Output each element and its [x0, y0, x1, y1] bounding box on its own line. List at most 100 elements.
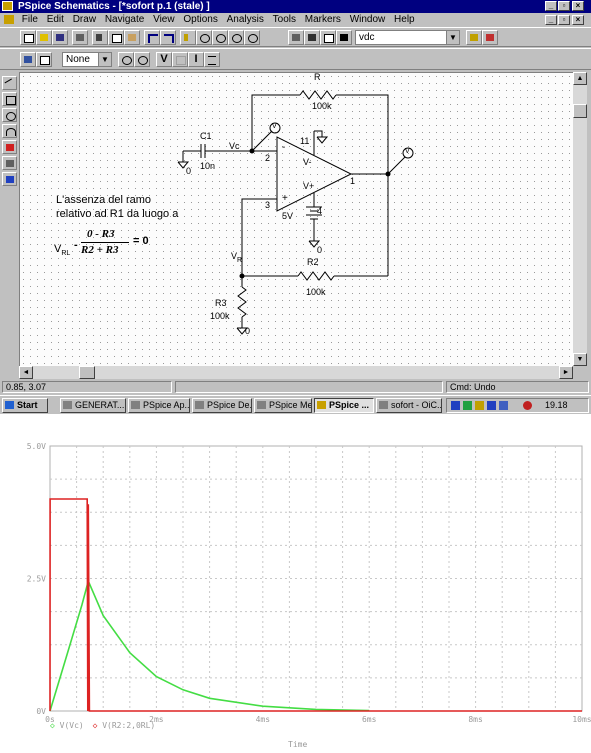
- menu-tools[interactable]: Tools: [270, 13, 299, 26]
- task-pspice-active[interactable]: PSpice ...: [314, 398, 374, 413]
- arc-tool-icon[interactable]: [2, 124, 17, 138]
- source-value[interactable]: 5V: [282, 211, 293, 221]
- zoom-out-icon[interactable]: [212, 30, 228, 45]
- r-name[interactable]: R: [314, 72, 321, 82]
- tray-volume-icon[interactable]: [475, 401, 484, 410]
- menu-view[interactable]: View: [150, 13, 178, 26]
- menu-draw[interactable]: Draw: [70, 13, 99, 26]
- color-tool-icon[interactable]: [2, 172, 17, 186]
- voltage-marker-button[interactable]: V: [156, 52, 172, 67]
- current-marker-button[interactable]: I: [188, 52, 204, 67]
- tray-network-icon[interactable]: [463, 401, 472, 410]
- vr-label[interactable]: VR: [231, 251, 242, 264]
- scroll-up-icon[interactable]: ▲: [573, 72, 587, 85]
- gnd-label-battery: 0: [317, 245, 323, 255]
- save-button[interactable]: [52, 30, 68, 45]
- zoom-in-icon[interactable]: [196, 30, 212, 45]
- tray-shield-icon[interactable]: [451, 401, 460, 410]
- r3-name[interactable]: R3: [215, 298, 227, 308]
- undo-icon[interactable]: [144, 30, 160, 45]
- hscroll-thumb[interactable]: [79, 366, 95, 379]
- circle-tool-icon[interactable]: [2, 108, 17, 122]
- menu-help[interactable]: Help: [391, 13, 418, 26]
- window-icon[interactable]: [36, 52, 52, 67]
- title-bar[interactable]: PSpice Schematics - [*sofort p.1 (stale)…: [0, 0, 591, 13]
- series-line-1: [49, 498, 582, 712]
- note-formula[interactable]: VRL - 0 - R3 R2 + R3 = 0: [54, 227, 194, 261]
- get-part-icon[interactable]: [336, 30, 352, 45]
- r3-value[interactable]: 100k: [210, 311, 230, 321]
- vertical-scrollbar[interactable]: ▲ ▼: [573, 72, 587, 366]
- new-file-button[interactable]: [20, 30, 36, 45]
- note-line-1[interactable]: L'assenza del ramo: [56, 194, 151, 206]
- grid-icon[interactable]: [20, 52, 36, 67]
- minimize-button[interactable]: _: [545, 1, 557, 11]
- document-icon[interactable]: [4, 15, 14, 24]
- menu-markers[interactable]: Markers: [302, 13, 344, 26]
- scroll-thumb[interactable]: [573, 104, 587, 118]
- status-bar: 0.85, 3.07 Cmd: Undo: [0, 380, 591, 394]
- r2-name[interactable]: R2: [307, 257, 319, 267]
- find-icon[interactable]: [118, 52, 134, 67]
- tray-monitor-icon[interactable]: [499, 401, 508, 410]
- formula-rhs: = 0: [133, 235, 149, 247]
- task-pspice-de[interactable]: PSpice De...: [192, 398, 252, 413]
- draw-bus-icon[interactable]: [304, 30, 320, 45]
- open-file-button[interactable]: [36, 30, 52, 45]
- c1-name[interactable]: C1: [200, 131, 212, 141]
- draw-part-icon[interactable]: [288, 30, 304, 45]
- chevron-down-icon[interactable]: ▼: [98, 53, 111, 66]
- draw-wire-icon[interactable]: [180, 30, 196, 45]
- vc-label[interactable]: Vc: [229, 141, 240, 151]
- text-tool-icon[interactable]: [2, 140, 17, 154]
- zoom-area-icon[interactable]: [228, 30, 244, 45]
- chevron-down-icon[interactable]: ▼: [446, 31, 459, 44]
- tray-app-icon[interactable]: [487, 401, 496, 410]
- task-pspice-ap[interactable]: PSpice Ap...: [128, 398, 190, 413]
- close-button[interactable]: ×: [572, 1, 584, 11]
- copy-icon[interactable]: [108, 30, 124, 45]
- part-name-combo[interactable]: vdc ▼: [355, 30, 460, 45]
- doc-maximize-button[interactable]: ▫: [558, 15, 570, 25]
- part-name-value: vdc: [359, 32, 375, 43]
- r2-value[interactable]: 100k: [306, 287, 326, 297]
- schematic-canvas[interactable]: R 100k C1 10n Vc 2 3 11 1 4 - + V- V+ 5V…: [19, 72, 573, 366]
- print-button[interactable]: [72, 30, 88, 45]
- note-line-2[interactable]: relativo ad R1 da luogo a: [56, 208, 178, 220]
- task-generat[interactable]: GENERAT...: [60, 398, 126, 413]
- bias-display-icon[interactable]: [204, 52, 220, 67]
- menu-navigate[interactable]: Navigate: [102, 13, 147, 26]
- task-sofort[interactable]: sofort - OiC...: [376, 398, 442, 413]
- image-tool-icon[interactable]: [2, 156, 17, 170]
- redo-icon[interactable]: [160, 30, 176, 45]
- menu-edit[interactable]: Edit: [44, 13, 67, 26]
- doc-close-button[interactable]: ×: [572, 15, 584, 25]
- tray-search-icon[interactable]: [523, 401, 532, 410]
- scroll-down-icon[interactable]: ▼: [573, 353, 587, 366]
- line-tool-icon[interactable]: [2, 76, 17, 90]
- r-value[interactable]: 100k: [312, 101, 332, 111]
- simulate-icon[interactable]: [482, 30, 498, 45]
- menu-options[interactable]: Options: [180, 13, 220, 26]
- zoom-combo[interactable]: None ▼: [62, 52, 112, 67]
- rectangle-tool-icon[interactable]: [2, 92, 17, 106]
- menu-analysis[interactable]: Analysis: [224, 13, 267, 26]
- edit-symbol-icon[interactable]: [466, 30, 482, 45]
- menu-window[interactable]: Window: [347, 13, 389, 26]
- start-button[interactable]: Start: [2, 398, 48, 413]
- scroll-right-icon[interactable]: ►: [559, 366, 573, 379]
- task-pspice-me[interactable]: PSpice Me...: [254, 398, 312, 413]
- menu-file[interactable]: File: [19, 13, 41, 26]
- draw-block-icon[interactable]: [320, 30, 336, 45]
- scroll-left-icon[interactable]: ◄: [19, 366, 33, 379]
- find-next-icon[interactable]: [134, 52, 150, 67]
- zoom-fit-icon[interactable]: [244, 30, 260, 45]
- paste-icon[interactable]: [124, 30, 140, 45]
- cut-icon[interactable]: [92, 30, 108, 45]
- maximize-button[interactable]: ▫: [558, 1, 570, 11]
- c1-value[interactable]: 10n: [200, 161, 215, 171]
- doc-minimize-button[interactable]: _: [545, 15, 557, 25]
- junction-vc: [249, 148, 255, 154]
- horizontal-scrollbar[interactable]: ◄ ►: [19, 366, 573, 379]
- app-icon: [379, 401, 388, 409]
